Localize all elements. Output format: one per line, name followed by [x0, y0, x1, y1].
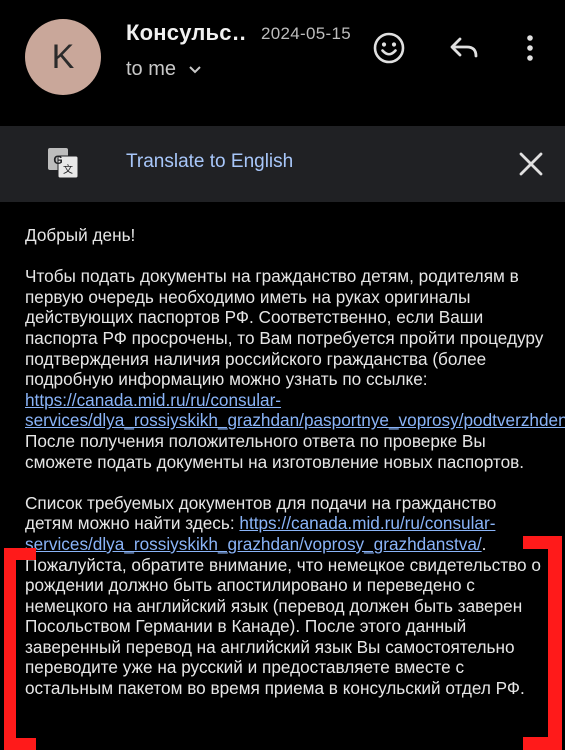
email-body: Добрый день! Чтобы подать документы на г… — [25, 225, 565, 719]
svg-text:文: 文 — [63, 163, 73, 176]
avatar[interactable]: K — [25, 19, 101, 95]
recipients-toggle[interactable]: to me — [126, 58, 202, 81]
sender-name[interactable]: Консульс… — [126, 20, 248, 46]
p2-after: . Пожалуйста, обратите внимание, что нем… — [25, 533, 541, 699]
p1-text: Чтобы подать документы на гражданство де… — [25, 266, 544, 390]
svg-text:G: G — [53, 153, 62, 167]
close-icon[interactable] — [517, 150, 545, 178]
email-date: 2024-05-15 — [261, 24, 351, 43]
email-header: K Консульс… 2024-05-15 to me — [0, 0, 565, 118]
translate-link[interactable]: Translate to English — [126, 151, 293, 173]
email-screen: K Консульс… 2024-05-15 to me G 文 Transla… — [0, 0, 565, 750]
chevron-down-icon — [189, 65, 201, 73]
citizenship-confirmation-link[interactable]: https://canada.mid.ru/ru/consular-servic… — [25, 390, 565, 431]
translate-bar: G 文 Translate to English — [0, 126, 565, 202]
paragraph-2: Список требуемых документов для подачи н… — [25, 493, 545, 699]
right-red-bracket — [523, 536, 562, 750]
smiley-icon — [373, 32, 405, 64]
add-reaction-button[interactable] — [371, 30, 407, 66]
more-vert-icon — [527, 35, 533, 61]
recipients-label: to me — [126, 58, 177, 80]
reply-icon — [450, 37, 478, 58]
greeting: Добрый день! — [25, 225, 136, 245]
left-red-bracket — [4, 548, 36, 750]
reply-button[interactable] — [446, 30, 482, 66]
more-options-button[interactable] — [512, 30, 548, 66]
paragraph-1: Чтобы подать документы на гражданство де… — [25, 266, 565, 472]
google-translate-icon: G 文 — [48, 148, 79, 179]
